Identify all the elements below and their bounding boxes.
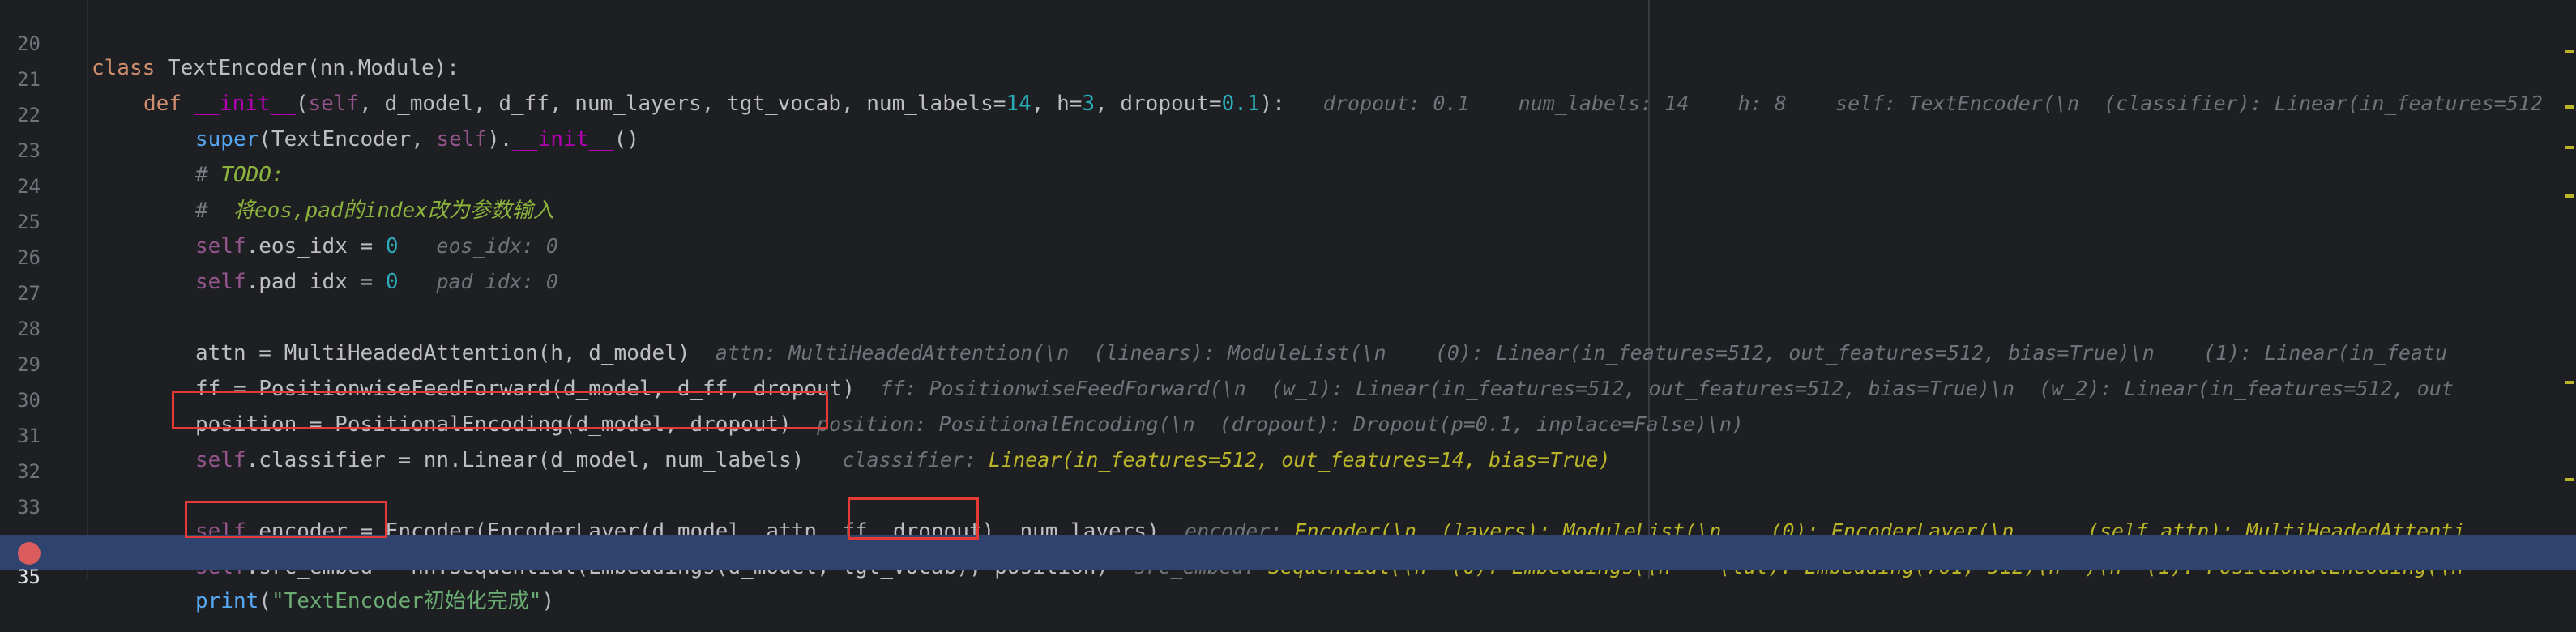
scroll-marker (2565, 478, 2574, 481)
code-line-27[interactable]: 27 (0, 251, 2576, 305)
scroll-marker (2565, 105, 2574, 109)
scroll-marker (2565, 146, 2574, 149)
scroll-marker (2565, 194, 2574, 198)
code-line-33[interactable]: 33 self.encoder = Encoder(EncoderLayer(d… (0, 465, 2576, 544)
highlight-box-classifier (172, 391, 828, 429)
line-number: 35 (17, 566, 41, 588)
code-line-35-current[interactable]: 35 print("TextEncoder初始化完成") (0, 535, 2576, 613)
highlight-box-src-embed (185, 501, 387, 538)
breakpoint-icon[interactable] (18, 542, 41, 565)
code-line-23[interactable]: 23 # TODO: (0, 109, 2576, 187)
code-line-22[interactable]: 22 super(TextEncoder, self).__init__() (0, 73, 2576, 152)
code-line-30[interactable]: 30 position = PositionalEncoding(d_model… (0, 358, 2576, 437)
code-line-24[interactable]: 24 # 将eos,pad的index改为参数输入 (0, 144, 2576, 223)
code-line-28[interactable]: 28 attn = MultiHeadedAttention(h, d_mode… (0, 287, 2576, 365)
highlight-box-tgt-vocab (848, 497, 979, 540)
code-text: print("TextEncoder初始化完成") (195, 589, 555, 613)
code-editor[interactable]: 20 class TextEncoder(nn.Module): 21 def … (0, 0, 2576, 613)
code-line-32[interactable]: 32 (0, 429, 2576, 483)
code-line-20[interactable]: 20 class TextEncoder(nn.Module): (0, 2, 2576, 80)
scroll-marker (2565, 381, 2574, 384)
scroll-marker (2565, 50, 2574, 53)
code-line-29[interactable]: 29 ff = PositionwiseFeedForward(d_model,… (0, 322, 2576, 401)
code-line-25[interactable]: 25 self.eos_idx = 0 eos_idx: 0 (0, 180, 2576, 258)
code-line-26[interactable]: 26 self.pad_idx = 0 pad_idx: 0 (0, 216, 2576, 294)
code-line-21[interactable]: 21 def __init__(self, d_model, d_ff, num… (0, 37, 2576, 116)
